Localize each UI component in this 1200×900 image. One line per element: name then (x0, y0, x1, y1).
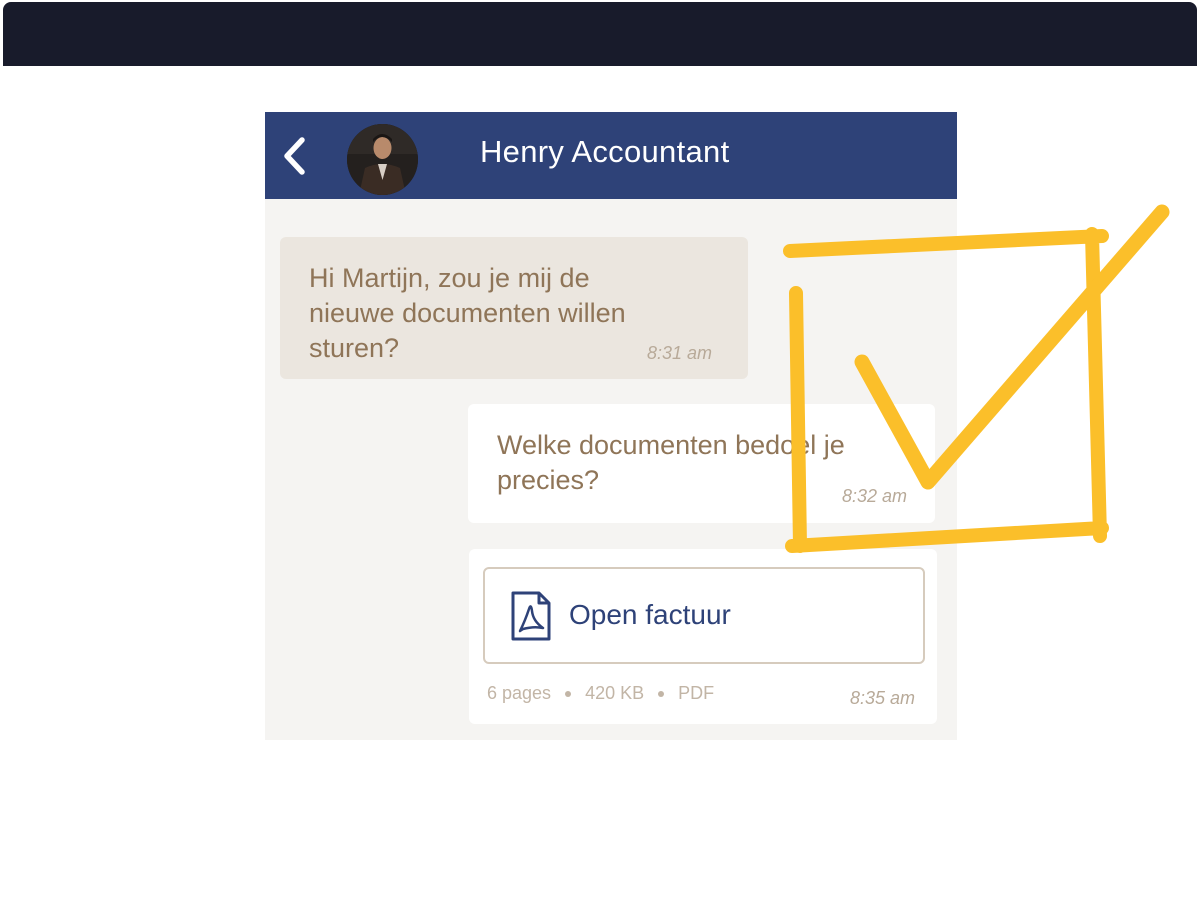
message-time: 8:32 am (842, 486, 908, 506)
incoming-message[interactable]: Hi Martijn, zou je mij de nieuwe documen… (280, 237, 748, 379)
file-label: Open factuur (569, 599, 731, 630)
message-text: Welke documenten bedoel je precies? (497, 430, 845, 495)
contact-name: Henry Accountant (480, 134, 730, 169)
pdf-file-icon (511, 591, 551, 641)
file-size: 420 KB (585, 683, 645, 703)
person-photo-icon (347, 124, 418, 195)
separator-dot (565, 690, 572, 697)
chat-header: Henry Accountant (265, 112, 957, 199)
file-format: PDF (678, 683, 715, 703)
avatar[interactable] (347, 124, 418, 195)
message-time: 8:31 am (647, 343, 713, 363)
chat-screen: Henry Accountant Hi Martijn, zou je mij … (265, 112, 957, 740)
message-time: 8:35 am (850, 688, 916, 708)
open-invoice-button[interactable]: Open factuur (483, 567, 925, 664)
outgoing-message[interactable]: Welke documenten bedoel je precies? 8:32… (468, 404, 935, 523)
separator-dot (658, 690, 665, 697)
file-message: Open factuur 6 pages 420 KB PDF 8:35 am (469, 549, 937, 724)
back-button[interactable] (275, 136, 315, 176)
file-pages: 6 pages (487, 683, 552, 703)
file-meta: 6 pages 420 KB PDF (487, 683, 714, 704)
window-top-bar (3, 2, 1197, 66)
chevron-left-icon (284, 137, 305, 175)
message-text: Hi Martijn, zou je mij de nieuwe documen… (309, 263, 626, 363)
